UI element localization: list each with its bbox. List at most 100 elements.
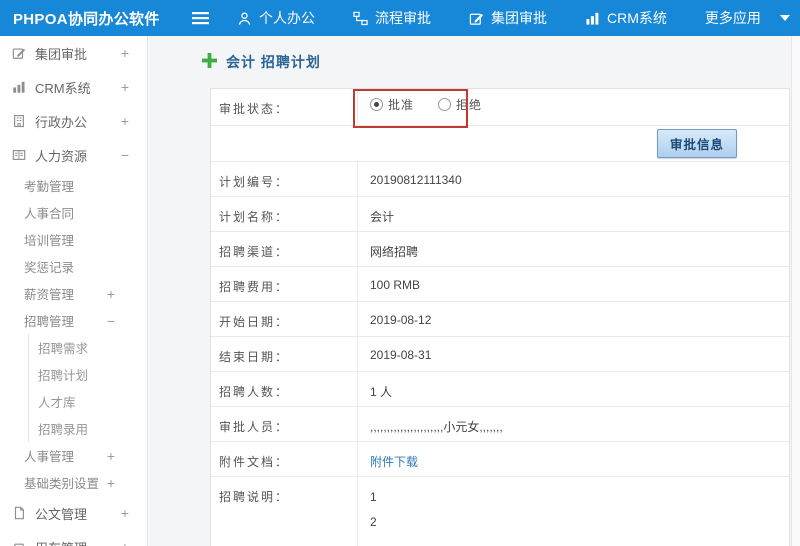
field-value: 100 RMB — [370, 278, 421, 292]
sidebar-item-recruit-plan[interactable]: 招聘计划 — [29, 361, 147, 388]
detail-row-recruit-count: 招聘人数： 1 人 — [211, 372, 789, 407]
nav-label: 个人办公 — [259, 10, 315, 26]
sidebar-item-label: 行政办公 — [35, 114, 88, 130]
sidebar-item-label: 奖惩记录 — [24, 261, 75, 275]
radio-label: 批准 — [388, 97, 415, 112]
sidebar-item-group-approval[interactable]: 集团审批 + — [0, 36, 147, 70]
detail-row-recruit-channel: 招聘渠道： 网络招聘 — [211, 232, 789, 267]
caret-down-icon — [779, 15, 790, 21]
nav-personal-office[interactable]: 个人办公 — [237, 8, 315, 28]
field-value: ,,,,,,,,,,,,,,,,,,,,,,小元女,,,,,,, — [370, 420, 503, 434]
detail-row-plan-number: 计划编号： 20190812111340 — [211, 162, 789, 197]
expand-toggle[interactable]: + — [107, 476, 115, 490]
sidebar-item-recruitment[interactable]: 招聘管理 − — [0, 307, 147, 334]
detail-row-plan-name: 计划名称： 会计 — [211, 197, 789, 232]
sidebar-item-recruit-hire[interactable]: 招聘录用 — [29, 415, 147, 442]
radio-approve[interactable]: 批准 — [370, 96, 414, 113]
field-label: 结束日期： — [211, 337, 358, 371]
sidebar-item-hr[interactable]: 人力资源 − — [0, 138, 147, 172]
approval-button-row: 审批信息 — [211, 126, 789, 162]
sidebar-item-personnel-mgmt[interactable]: 人事管理 + — [0, 442, 147, 469]
sidebar-item-label: 薪资管理 — [24, 288, 75, 302]
approval-info-button[interactable]: 审批信息 — [656, 129, 737, 158]
detail-row-approvers: 审批人员： ,,,,,,,,,,,,,,,,,,,,,,小元女,,,,,,, — [211, 407, 789, 442]
bar-chart-icon — [585, 11, 600, 26]
nav-group-approval[interactable]: 集团审批 — [469, 8, 547, 28]
edit-icon — [12, 46, 27, 60]
sidebar-item-talent-pool[interactable]: 人才库 — [29, 388, 147, 415]
expand-toggle[interactable]: + — [107, 449, 115, 463]
sidebar: 集团审批 + CRM系统 + 行政办公 + 人力资源 − 考勤管理 人事合同 培… — [0, 36, 148, 546]
sidebar-item-attendance[interactable]: 考勤管理 — [0, 172, 147, 199]
radio-button-selected[interactable] — [370, 97, 383, 111]
sidebar-item-documents[interactable]: 公文管理 + — [0, 496, 147, 530]
sidebar-item-salary[interactable]: 薪资管理 + — [0, 280, 147, 307]
sidebar-item-label: 招聘管理 — [24, 315, 75, 329]
collapse-toggle[interactable]: − — [107, 314, 115, 328]
field-value: 附件下载 — [358, 442, 789, 476]
field-label: 招聘费用： — [211, 267, 358, 301]
field-value: 2019-08-31 — [370, 348, 432, 362]
field-label: 计划编号： — [211, 162, 358, 196]
nav-crm[interactable]: CRM系统 — [585, 8, 667, 28]
app-logo[interactable]: PHPOA协同办公软件 — [0, 8, 192, 29]
bar-chart-icon — [12, 80, 27, 94]
sidebar-item-label: 公文管理 — [35, 506, 88, 522]
sidebar-item-label: 用车管理 — [35, 538, 87, 546]
sidebar-item-label: CRM系统 — [35, 80, 91, 96]
collapse-toggle[interactable]: − — [121, 148, 129, 162]
sidebar-item-vehicle[interactable]: 用车管理 + — [0, 530, 147, 546]
field-label: 招聘人数： — [211, 372, 358, 406]
sidebar-item-label: 人才库 — [38, 396, 76, 410]
sidebar-item-training[interactable]: 培训管理 — [0, 226, 147, 253]
sidebar-item-label: 招聘录用 — [38, 423, 89, 437]
top-nav: 个人办公 流程审批 集团审批 CRM系统 更多应用 — [237, 8, 790, 28]
radio-button[interactable] — [438, 97, 452, 111]
field-value: 网络招聘 — [370, 245, 419, 259]
nav-more-apps[interactable]: 更多应用 — [705, 8, 790, 28]
expand-toggle[interactable]: + — [121, 540, 129, 546]
detail-row-approval-status: 审批状态： 批准 拒绝 — [211, 89, 789, 128]
attachment-download-link[interactable]: 附件下载 — [370, 455, 418, 469]
sidebar-item-label: 培训管理 — [24, 234, 75, 248]
sidebar-item-label: 招聘需求 — [38, 342, 89, 356]
field-value: 2019-08-12 — [370, 313, 432, 327]
detail-row-start-date: 开始日期： 2019-08-12 — [211, 302, 789, 337]
nav-process-approval[interactable]: 流程审批 — [353, 8, 431, 28]
sidebar-item-label: 集团审批 — [35, 46, 88, 62]
sidebar-item-admin-office[interactable]: 行政办公 + — [0, 104, 147, 138]
expand-toggle[interactable]: + — [121, 114, 129, 128]
car-icon — [12, 540, 27, 546]
expand-toggle[interactable]: + — [121, 506, 129, 520]
detail-row-end-date: 结束日期： 2019-08-31 — [211, 337, 789, 372]
nav-label: 流程审批 — [375, 10, 431, 26]
nav-label: 集团审批 — [491, 10, 547, 26]
detail-row-recruit-description: 招聘说明： 1 2 — [211, 477, 789, 546]
radio-reject[interactable]: 拒绝 — [438, 96, 482, 113]
hamburger-menu-icon[interactable] — [192, 11, 209, 25]
detail-row-attachment: 附件文档： 附件下载 — [211, 442, 789, 477]
expand-toggle[interactable]: + — [107, 287, 115, 301]
topbar: PHPOA协同办公软件 个人办公 流程审批 集团审批 CRM系统 更多应用 — [0, 0, 800, 36]
building-icon — [12, 114, 27, 128]
field-label: 招聘说明： — [211, 477, 358, 546]
sidebar-item-rewards[interactable]: 奖惩记录 — [0, 253, 147, 280]
vertical-scrollbar[interactable] — [791, 36, 800, 546]
expand-toggle[interactable]: + — [121, 80, 129, 94]
field-label: 招聘渠道： — [211, 232, 358, 266]
sidebar-item-crm[interactable]: CRM系统 + — [0, 70, 147, 104]
sidebar-item-recruit-demand[interactable]: 招聘需求 — [29, 334, 147, 361]
sidebar-item-label: 招聘计划 — [38, 369, 89, 383]
edit-icon — [469, 11, 484, 26]
sidebar-item-personnel-contract[interactable]: 人事合同 — [0, 199, 147, 226]
sidebar-item-base-category[interactable]: 基础类别设置 + — [0, 469, 147, 496]
sidebar-item-label: 人力资源 — [35, 148, 88, 164]
person-icon — [237, 11, 252, 26]
sidebar-item-label: 考勤管理 — [24, 180, 75, 194]
add-icon — [202, 53, 217, 71]
recruitment-submenu: 招聘需求 招聘计划 人才库 招聘录用 — [28, 334, 147, 442]
field-value: 1 人 — [370, 385, 393, 399]
field-label: 审批状态： — [211, 89, 358, 125]
expand-toggle[interactable]: + — [121, 46, 129, 60]
detail-row-recruit-cost: 招聘费用： 100 RMB — [211, 267, 789, 302]
